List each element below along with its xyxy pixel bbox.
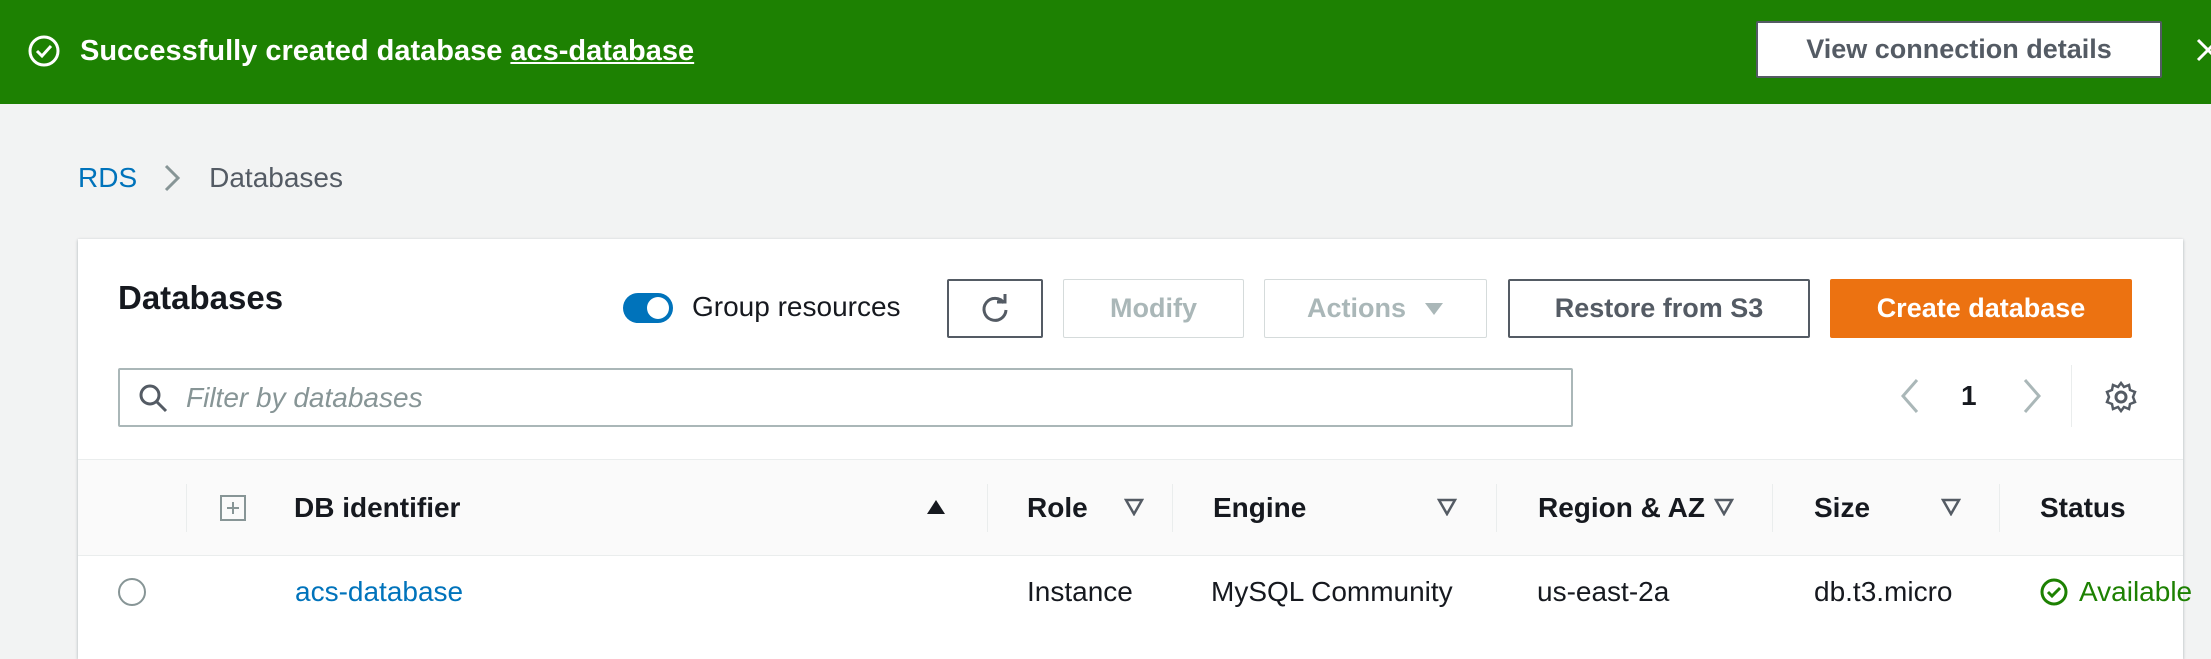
cell-role: Instance (1027, 576, 1133, 607)
success-flash-banner: Successfully created database acs-databa… (0, 0, 2211, 104)
group-resources-label: Group resources (692, 291, 901, 322)
pager-divider (2071, 365, 2072, 427)
modify-button[interactable]: Modify (1063, 279, 1244, 338)
sort-icon[interactable] (1714, 498, 1734, 516)
column-header-region-az[interactable]: Region & AZ (1538, 460, 1705, 555)
column-header-size[interactable]: Size (1814, 460, 1870, 555)
refresh-icon (982, 293, 1008, 322)
view-connection-details-button[interactable]: View connection details (1756, 21, 2162, 78)
column-header-role[interactable]: Role (1027, 460, 1088, 555)
cell-size: db.t3.micro (1814, 576, 1953, 607)
next-page-icon[interactable] (2022, 377, 2042, 415)
sort-icon[interactable] (1124, 498, 1144, 516)
column-divider (1999, 484, 2000, 532)
panel-title: Databases (118, 279, 284, 316)
databases-panel: Databases Group resources Modify Actions… (78, 239, 2192, 659)
table-header: DB identifier Role Engine Region & AZ Si… (78, 459, 2183, 556)
status-available-icon (2040, 578, 2068, 606)
cell-region: us-east-2a (1537, 576, 1670, 607)
sort-icon[interactable] (1437, 498, 1457, 516)
column-header-engine[interactable]: Engine (1213, 460, 1306, 555)
close-icon[interactable] (2194, 30, 2211, 70)
flash-database-link[interactable]: acs-database (510, 35, 694, 67)
table-row: acs-database Instance MySQL Community us… (78, 556, 2192, 656)
search-icon (139, 384, 168, 413)
success-check-icon (28, 35, 60, 67)
flash-message: Successfully created database acs-databa… (80, 34, 694, 68)
column-divider (987, 484, 988, 532)
sort-ascending-icon[interactable] (926, 498, 946, 516)
actions-label: Actions (1306, 293, 1406, 323)
column-divider (1772, 484, 1773, 532)
chevron-right-icon (165, 164, 181, 192)
column-header-db-identifier[interactable]: DB identifier (294, 460, 460, 555)
breadcrumb-current: Databases (209, 162, 343, 193)
refresh-button[interactable] (947, 279, 1043, 338)
create-database-button[interactable]: Create database (1830, 279, 2132, 338)
gear-icon[interactable] (2104, 380, 2138, 414)
group-resources-toggle[interactable] (623, 293, 673, 323)
current-page-number[interactable]: 1 (1961, 380, 1977, 412)
row-select-radio[interactable] (118, 578, 146, 606)
column-divider (1172, 484, 1173, 532)
cell-engine: MySQL Community (1211, 576, 1453, 607)
column-header-status[interactable]: Status (2040, 460, 2126, 555)
restore-from-s3-button[interactable]: Restore from S3 (1508, 279, 1810, 338)
filter-search-box (118, 368, 1573, 427)
previous-page-icon[interactable] (1900, 377, 1920, 415)
sort-icon[interactable] (1941, 498, 1961, 516)
toggle-knob (647, 297, 669, 319)
column-divider (1496, 484, 1497, 532)
flash-message-text: Successfully created database (80, 35, 511, 67)
status-text: Available (2079, 576, 2193, 607)
expand-all-icon[interactable] (219, 494, 247, 522)
cell-status: Available (2039, 576, 2192, 608)
db-identifier-link[interactable]: acs-database (295, 576, 463, 608)
filter-databases-input[interactable] (186, 370, 1556, 425)
caret-down-icon (1425, 302, 1443, 315)
breadcrumb: RDS Databases (78, 160, 343, 196)
column-divider (186, 484, 187, 532)
breadcrumb-rds-link[interactable]: RDS (78, 162, 137, 194)
actions-dropdown-button[interactable]: Actions (1264, 279, 1487, 338)
